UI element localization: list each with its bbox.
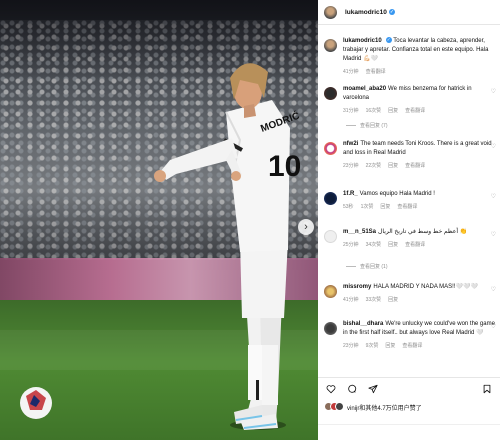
like-count[interactable]: 1次赞 <box>361 203 374 210</box>
commenter-username[interactable]: 1f.R_ <box>343 191 358 197</box>
bookmark-icon[interactable] <box>480 382 494 396</box>
jersey-number: 10 <box>268 150 301 183</box>
commenter-avatar[interactable] <box>324 192 337 205</box>
comment-item: m__n_51Sa أعظم خط وسط في تاريخ الريال 👏 2… <box>324 228 496 248</box>
next-photo-button[interactable]: › <box>298 219 314 235</box>
comment-item: bishal__dhara We're unlucky we could've w… <box>324 320 496 349</box>
comment-meta: 23分钟 22次赞 回复 查看翻译 <box>343 162 496 169</box>
comment-meta: 41分钟 33次赞 回复 <box>343 296 496 303</box>
post-side-panel: lukamodric10 ✓ lukamodric10 ✓ Toca levanta… <box>318 0 500 440</box>
translate-link[interactable]: 查看翻译 <box>405 162 425 169</box>
translate-link[interactable]: 查看翻译 <box>405 241 425 248</box>
heart-icon[interactable]: ♡ <box>491 286 496 293</box>
comment-text: bishal__dhara We're unlucky we could've w… <box>343 321 495 336</box>
reply-link[interactable]: 回复 <box>380 203 390 210</box>
share-send-icon[interactable] <box>366 382 380 396</box>
timestamp: 53秒 <box>343 204 354 210</box>
like-count[interactable]: 16次赞 <box>366 107 382 114</box>
commenter-username[interactable]: bishal__dhara <box>343 321 383 327</box>
commenter-avatar[interactable] <box>324 285 337 298</box>
translate-link[interactable]: 查看翻译 <box>366 68 386 75</box>
comment-meta: 23分钟 9次赞 回复 查看翻译 <box>343 342 496 349</box>
heart-icon[interactable]: ♡ <box>491 88 496 95</box>
reply-link[interactable]: 回复 <box>388 107 398 114</box>
timestamp: 31分钟 <box>343 108 359 114</box>
comment-item: 1f.R_ Vamos equipo Hala Madrid ! 53秒 1次赞 … <box>324 190 496 210</box>
like-heart-icon[interactable] <box>324 382 338 396</box>
timestamp: 23分钟 <box>343 163 359 169</box>
caption-text: lukamodric10 ✓ Toca levantar la cabeza, a… <box>343 37 489 62</box>
comment-bubble-icon[interactable] <box>345 382 359 396</box>
comment-input-area[interactable] <box>318 424 500 440</box>
comment-text: missromy HALA MADRID Y NADA MAS!!🤍🤍🤍 <box>343 284 478 290</box>
comment-text: 1f.R_ Vamos equipo Hala Madrid ! <box>343 191 435 197</box>
view-replies[interactable]: 查看回复 (7) <box>346 122 388 129</box>
heart-icon[interactable]: ♡ <box>491 193 496 200</box>
comment-item: missromy HALA MADRID Y NADA MAS!!🤍🤍🤍 41分钟… <box>324 283 496 303</box>
like-count[interactable]: 9次赞 <box>366 342 379 349</box>
reply-link[interactable]: 回复 <box>388 162 398 169</box>
comment-meta: 53秒 1次赞 回复 查看翻译 <box>343 203 496 210</box>
comment-item: nfw2i The team needs Toni Kroos. There is… <box>324 140 496 169</box>
commenter-username[interactable]: m__n_51Sa <box>343 229 376 235</box>
comment-meta: 31分钟 16次赞 回复 查看翻译 <box>343 107 496 114</box>
commenter-avatar[interactable] <box>324 230 337 243</box>
translate-link[interactable]: 查看翻译 <box>402 342 422 349</box>
translate-link[interactable]: 查看翻译 <box>405 107 425 114</box>
comment-text: m__n_51Sa أعظم خط وسط في تاريخ الريال 👏 <box>343 229 468 235</box>
verified-badge-icon: ✓ <box>385 37 392 43</box>
commenter-avatar[interactable] <box>324 142 337 155</box>
caption-meta: 41分钟 查看翻译 <box>343 68 496 75</box>
liker-avatars <box>324 402 344 412</box>
comment-text: nfw2i The team needs Toni Kroos. There is… <box>343 141 492 156</box>
caption: lukamodric10 ✓ Toca levantar la cabeza, a… <box>324 37 496 75</box>
comment-meta: 25分钟 34次赞 回复 查看翻译 <box>343 241 496 248</box>
player-figure: 10 MODRIĆ <box>20 63 301 430</box>
verified-badge-icon: ✓ <box>388 8 395 15</box>
author-avatar[interactable] <box>324 5 337 19</box>
like-count[interactable]: 33次赞 <box>366 296 382 303</box>
like-count[interactable]: 34次赞 <box>366 241 382 248</box>
post-photo[interactable]: 10 MODRIĆ › <box>0 0 318 440</box>
translate-link[interactable]: 查看翻译 <box>397 203 417 210</box>
author-username[interactable]: lukamodric10 ✓ <box>345 8 395 16</box>
post-header: lukamodric10 ✓ <box>318 0 500 25</box>
comment-item: moamel_aba20 We miss benzema for hatrick … <box>324 85 496 114</box>
like-count[interactable]: 22次赞 <box>366 162 382 169</box>
reply-link[interactable]: 回复 <box>388 296 398 303</box>
heart-icon[interactable]: ♡ <box>491 231 496 238</box>
caption-username[interactable]: lukamodric10 <box>343 38 382 44</box>
timestamp: 41分钟 <box>343 69 359 75</box>
timestamp: 23分钟 <box>343 343 359 349</box>
commenter-username[interactable]: nfw2i <box>343 141 358 147</box>
commenter-avatar[interactable] <box>324 87 337 100</box>
author-avatar[interactable] <box>324 39 337 52</box>
likes-text: vinijr和其他4.7万位用户赞了 <box>347 405 422 412</box>
commenter-username[interactable]: missromy <box>343 284 371 290</box>
view-replies[interactable]: 查看回复 (1) <box>346 263 388 270</box>
timestamp: 25分钟 <box>343 242 359 248</box>
heart-icon[interactable]: ♡ <box>491 143 496 150</box>
commenter-username[interactable]: moamel_aba20 <box>343 86 386 92</box>
reply-link[interactable]: 回复 <box>385 342 395 349</box>
timestamp: 41分钟 <box>343 297 359 303</box>
post-actions <box>318 377 500 399</box>
likes-summary[interactable]: vinijr和其他4.7万位用户赞了 <box>324 402 422 412</box>
comment-text: moamel_aba20 We miss benzema for hatrick … <box>343 86 472 101</box>
comments-list: lukamodric10 ✓ Toca levantar la cabeza, a… <box>318 30 500 372</box>
heart-icon[interactable]: ♡ <box>491 323 496 330</box>
reply-link[interactable]: 回复 <box>388 241 398 248</box>
commenter-avatar[interactable] <box>324 322 337 335</box>
